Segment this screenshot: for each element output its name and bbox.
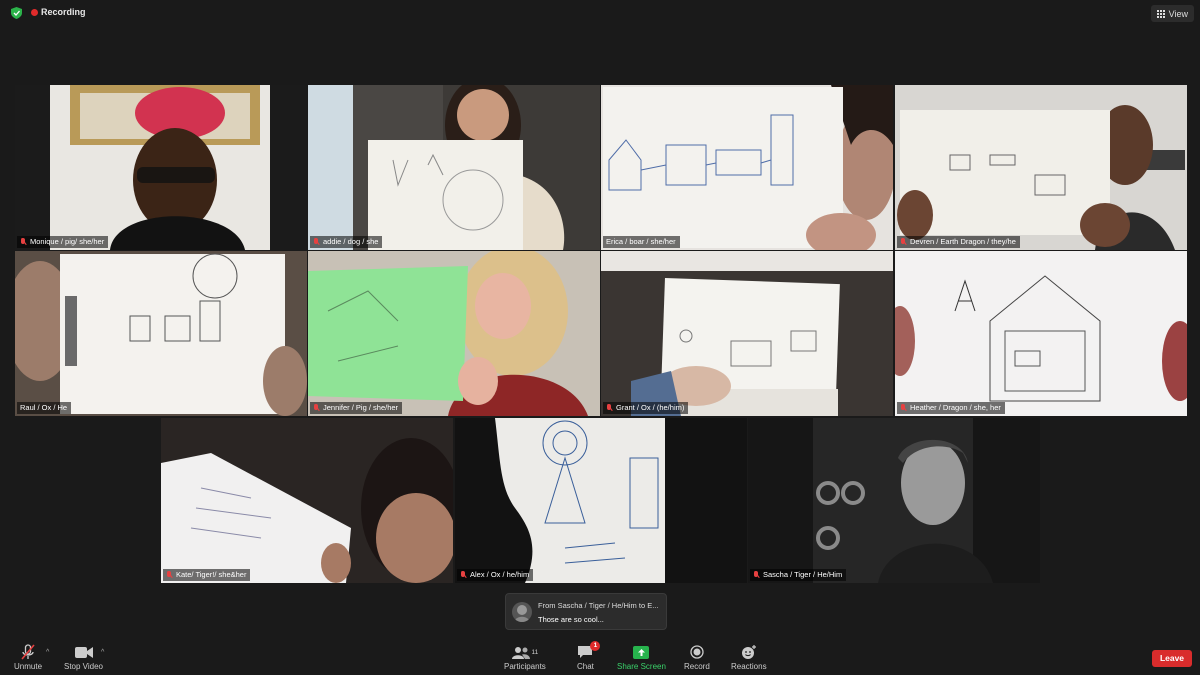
chat-sender: From Sascha / Tiger / He/Him to E... [538, 601, 659, 610]
recording-dot-icon [31, 8, 38, 16]
participant-video [308, 85, 600, 250]
avatar [512, 602, 532, 622]
mic-muted-icon [900, 404, 906, 412]
participant-video [748, 418, 1040, 583]
chat-message: Those are so cool... [538, 615, 604, 624]
reactions-button[interactable]: Reactions [731, 644, 767, 671]
top-bar: Recording View [0, 0, 1200, 26]
mic-muted-icon [606, 404, 612, 412]
stop-video-button[interactable]: Stop Video [64, 644, 103, 671]
record-button[interactable]: Record [684, 644, 710, 671]
participant-video [601, 85, 893, 250]
share-screen-button[interactable]: Share Screen [617, 644, 666, 671]
participant-name-label: Sascha / Tiger / He/Him [750, 569, 847, 581]
video-tile-monique[interactable]: Monique / pig/ she/her [15, 85, 307, 250]
video-tile-erica[interactable]: Erica / boar / she/her [601, 85, 893, 250]
view-label: View [1168, 8, 1188, 19]
participant-name-label: Grant / Ox / (he/him) [603, 402, 689, 414]
leave-button[interactable]: Leave [1152, 650, 1192, 667]
mic-muted-icon [20, 238, 26, 246]
participant-video [455, 418, 747, 583]
participant-name-label: addie / dog / she [310, 236, 383, 248]
view-button[interactable]: View [1150, 5, 1194, 22]
chat-button[interactable]: 1 Chat [577, 641, 601, 671]
chat-notification[interactable]: From Sascha / Tiger / He/Him to E... Tho… [505, 593, 667, 630]
participant-name-label: Kate/ Tiger!/ she&her [163, 569, 251, 581]
participant-video [601, 251, 893, 416]
share-screen-label: Share Screen [617, 662, 666, 671]
video-tile-grant[interactable]: Grant / Ox / (he/him) [601, 251, 893, 416]
chat-bubble-icon: 1 [577, 641, 601, 660]
participant-video [161, 418, 453, 583]
smiley-add-icon [741, 644, 757, 660]
participant-video [895, 251, 1187, 416]
chevron-up-icon[interactable]: ^ [101, 649, 104, 656]
participant-name-label: Alex / Ox / he/him [457, 569, 534, 581]
grid-icon [1156, 9, 1165, 18]
mic-muted-icon [313, 404, 319, 412]
mic-muted-icon [753, 571, 759, 579]
participant-video [15, 251, 307, 416]
video-tile-sascha[interactable]: Sascha / Tiger / He/Him [748, 418, 1040, 583]
recording-label: Recording [41, 7, 86, 17]
video-camera-icon [74, 644, 93, 660]
participant-video [308, 251, 600, 416]
participant-name-label: Erica / boar / she/her [603, 236, 680, 248]
mic-muted-icon [166, 571, 172, 579]
mic-muted-icon [313, 238, 319, 246]
record-icon [690, 644, 704, 660]
chat-unread-badge: 1 [590, 641, 601, 651]
video-tile-kate[interactable]: Kate/ Tiger!/ she&her [161, 418, 453, 583]
chat-label: Chat [577, 662, 594, 671]
participant-name-label: Monique / pig/ she/her [17, 236, 109, 248]
participants-count: 11 [531, 648, 539, 656]
participant-name-label: Jennifer / Pig / she/her [310, 402, 403, 414]
participant-name-label: Devren / Earth Dragon / they/he [897, 236, 1020, 248]
share-screen-icon [633, 645, 650, 659]
record-label: Record [684, 662, 710, 671]
mic-muted-icon [20, 644, 36, 660]
video-tile-jennifer[interactable]: Jennifer / Pig / she/her [308, 251, 600, 416]
mic-muted-icon [460, 571, 466, 579]
shield-icon[interactable] [11, 7, 22, 19]
reactions-label: Reactions [731, 662, 767, 671]
unmute-label: Unmute [14, 662, 43, 671]
stop-video-label: Stop Video [64, 662, 103, 671]
video-tile-devren[interactable]: Devren / Earth Dragon / they/he [895, 85, 1187, 250]
video-tile-addie[interactable]: addie / dog / she [308, 85, 600, 250]
participants-icon [511, 646, 530, 659]
chevron-up-icon[interactable]: ^ [46, 649, 49, 656]
recording-indicator[interactable]: Recording [31, 7, 86, 17]
unmute-button[interactable]: Unmute [14, 644, 42, 671]
meeting-toolbar: Unmute ^ Stop Video ^ 11 Participants 1 [0, 640, 1200, 675]
video-tile-heather[interactable]: Heather / Dragon / she, her [895, 251, 1187, 416]
video-tile-alex[interactable]: Alex / Ox / he/him [455, 418, 747, 583]
participant-name-label: Raul / Ox / He [17, 402, 72, 414]
participant-name-label: Heather / Dragon / she, her [897, 402, 1005, 414]
video-tile-raul[interactable]: Raul / Ox / He [15, 251, 307, 416]
participants-label: Participants [504, 662, 546, 671]
participants-button[interactable]: 11 Participants [504, 644, 546, 671]
participant-video [895, 85, 1187, 250]
mic-muted-icon [900, 238, 906, 246]
participant-video [15, 85, 307, 250]
